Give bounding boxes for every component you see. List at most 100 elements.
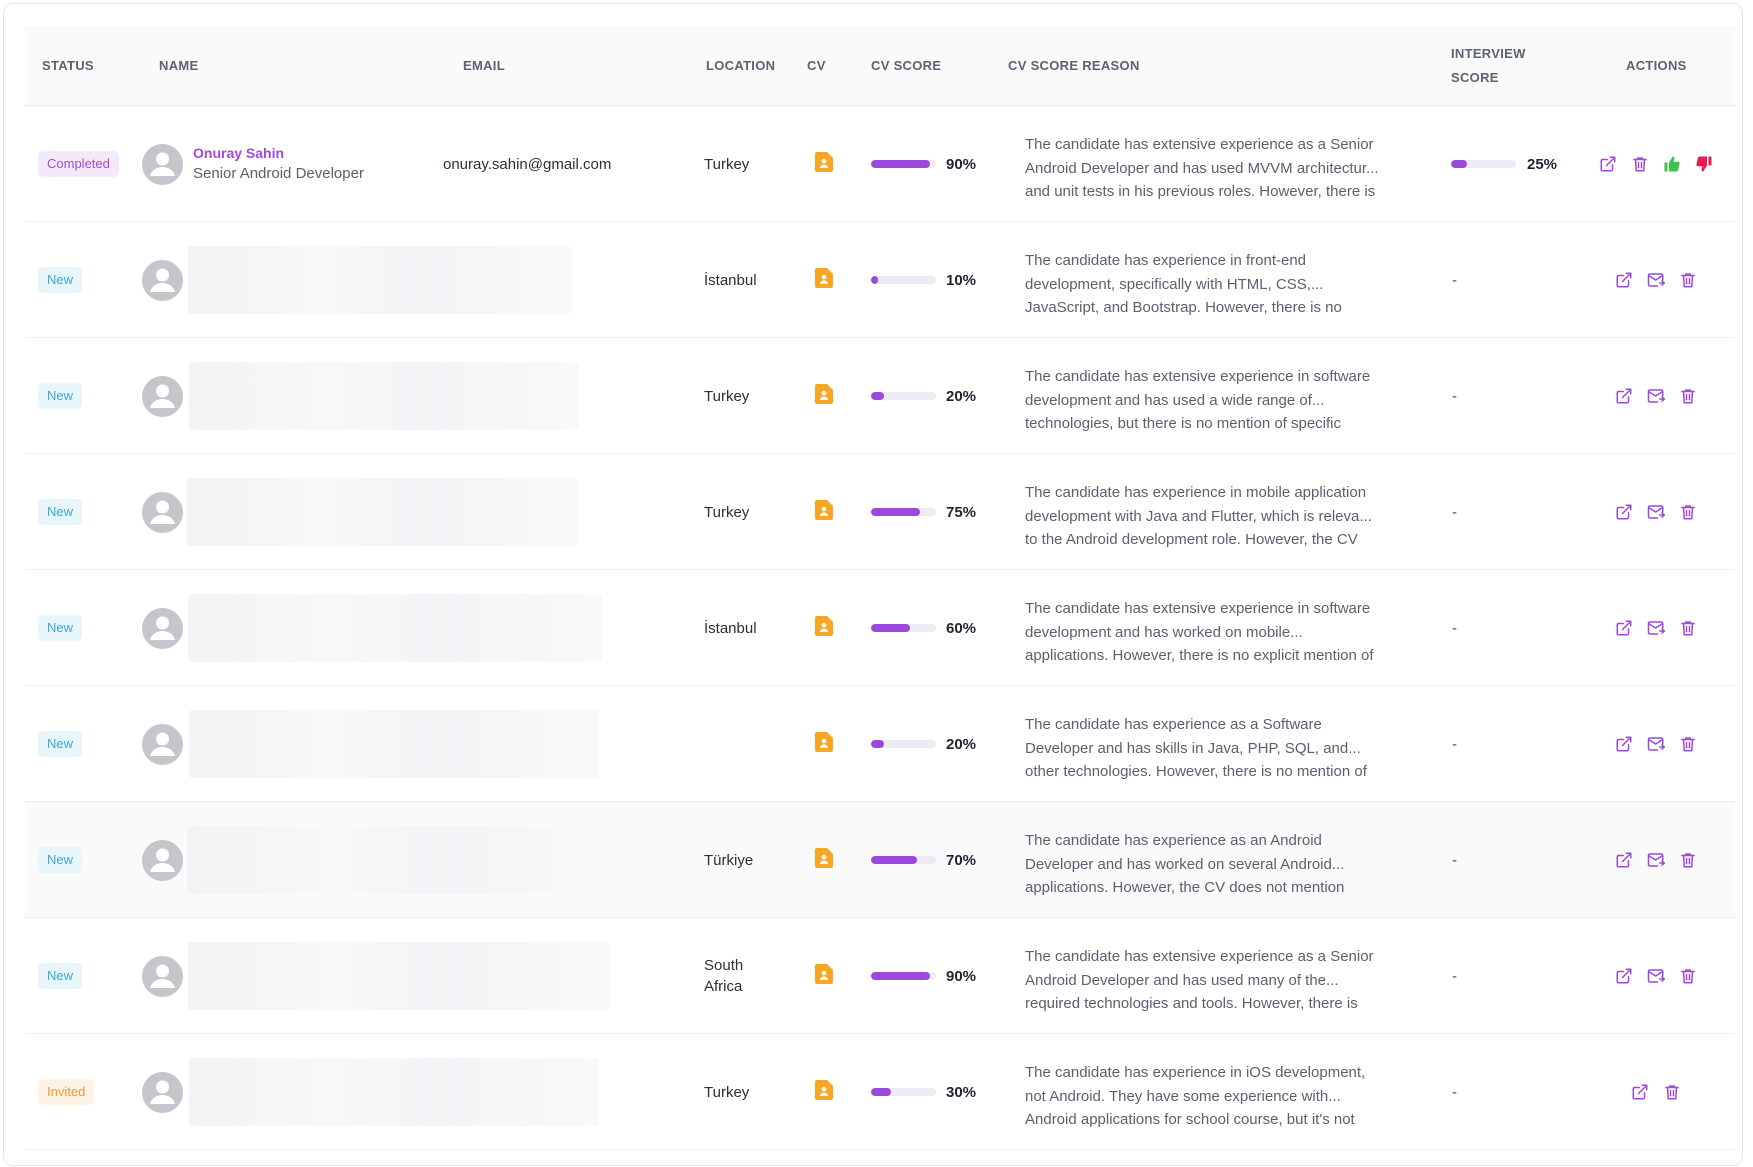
reason-line: The candidate has experience as an Andro… — [1025, 832, 1322, 849]
cv-cell[interactable] — [815, 686, 833, 802]
open-external-icon[interactable] — [1615, 735, 1633, 753]
header-cv-score-reason[interactable]: CV SCORE REASON — [1008, 26, 1140, 106]
status-cell: New — [38, 338, 83, 454]
cv-cell[interactable] — [815, 338, 833, 454]
reason-line: development and has used a wide range of… — [1025, 391, 1325, 409]
actions-cell — [1615, 570, 1697, 686]
open-external-icon[interactable] — [1615, 387, 1633, 405]
header-email[interactable]: EMAIL — [463, 26, 505, 106]
cv-score-bar-fill — [871, 160, 930, 168]
table-row[interactable]: New 20% The candidate has experience as … — [25, 686, 1735, 802]
cv-cell[interactable] — [815, 222, 833, 338]
interview-score-value: - — [1452, 851, 1457, 869]
table-row[interactable]: New Turkey 75% The candidate has experie… — [25, 454, 1735, 570]
header-cv-score[interactable]: CV SCORE — [871, 26, 941, 106]
cv-file-icon[interactable] — [815, 499, 833, 525]
cv-file-icon[interactable] — [815, 731, 833, 757]
cv-score-value: 20% — [946, 387, 977, 405]
cv-file-icon[interactable] — [815, 615, 833, 641]
candidate-cell[interactable] — [142, 222, 183, 338]
cv-file-icon[interactable] — [815, 847, 833, 873]
table-row[interactable]: New İstanbul 10% The candidate has exper… — [25, 222, 1735, 338]
location-line1: Turkey — [704, 1083, 750, 1101]
cv-score-value: 90% — [946, 155, 977, 173]
open-external-icon[interactable] — [1615, 271, 1633, 289]
send-mail-icon[interactable] — [1647, 619, 1665, 637]
trash-icon[interactable] — [1679, 967, 1697, 985]
trash-icon[interactable] — [1679, 387, 1697, 405]
trash-icon[interactable] — [1679, 619, 1697, 637]
trash-icon[interactable] — [1679, 271, 1697, 289]
candidate-cell[interactable] — [142, 686, 183, 802]
cv-score-value: 70% — [946, 851, 977, 869]
cv-score-reason-cell: The candidate has experience as a Softwa… — [1025, 686, 1405, 802]
cv-score-bar-fill — [871, 392, 884, 400]
send-mail-icon[interactable] — [1647, 387, 1665, 405]
status-badge: New — [38, 847, 83, 873]
cv-cell[interactable] — [815, 1034, 833, 1150]
cv-score-reason: The candidate has experience in front-en… — [1025, 249, 1405, 319]
candidate-cell[interactable] — [142, 570, 183, 686]
open-external-icon[interactable] — [1615, 619, 1633, 637]
location-cell: İstanbul — [704, 570, 757, 686]
candidate-cell[interactable] — [142, 918, 183, 1034]
candidate-cell[interactable] — [142, 454, 183, 570]
cv-cell[interactable] — [815, 570, 833, 686]
trash-icon[interactable] — [1663, 1083, 1681, 1101]
header-status[interactable]: STATUS — [42, 26, 94, 106]
interview-score-cell: - — [1452, 570, 1457, 686]
cv-cell[interactable] — [815, 454, 833, 570]
trash-icon[interactable] — [1679, 503, 1697, 521]
cv-score-value: 30% — [946, 1083, 977, 1101]
thumbs-up-icon[interactable] — [1663, 155, 1681, 173]
table-row[interactable]: Completed Onuray Sahin Senior Android De… — [25, 106, 1735, 222]
cv-cell[interactable] — [815, 106, 833, 222]
candidate-cell[interactable]: Onuray Sahin Senior Android Developer — [142, 106, 364, 222]
open-external-icon[interactable] — [1631, 1083, 1649, 1101]
open-external-icon[interactable] — [1615, 967, 1633, 985]
reason-line: The candidate has extensive experience a… — [1025, 136, 1374, 153]
redacted-candidate-details — [189, 362, 579, 430]
cv-file-icon[interactable] — [815, 1079, 833, 1105]
table-row[interactable]: New South Africa 90% The candidate has e… — [25, 918, 1735, 1034]
reason-line: Developer and has skills in Java, PHP, S… — [1025, 739, 1361, 757]
table-row[interactable]: New İstanbul 60% The candidate has exten… — [25, 570, 1735, 686]
cv-cell[interactable] — [815, 802, 833, 918]
header-location[interactable]: LOCATION — [706, 26, 775, 106]
candidate-cell[interactable] — [142, 1034, 183, 1150]
avatar — [142, 375, 183, 417]
trash-icon[interactable] — [1679, 851, 1697, 869]
candidate-name[interactable]: Onuray Sahin — [193, 143, 364, 163]
reason-line: applications. However, there is no expli… — [1025, 647, 1374, 664]
cv-file-icon[interactable] — [815, 267, 833, 293]
header-cv[interactable]: CV — [807, 26, 826, 106]
cv-file-icon[interactable] — [815, 383, 833, 409]
cv-file-icon[interactable] — [815, 963, 833, 989]
trash-icon[interactable] — [1631, 155, 1649, 173]
cv-file-icon[interactable] — [815, 151, 833, 177]
interview-score-cell: - — [1452, 686, 1457, 802]
open-external-icon[interactable] — [1615, 503, 1633, 521]
open-external-icon[interactable] — [1599, 155, 1617, 173]
actions-cell — [1615, 454, 1697, 570]
table-row[interactable]: Invited Turkey 30% The candidate has exp… — [25, 1034, 1735, 1150]
location-line1: İstanbul — [704, 619, 757, 637]
header-interview-score[interactable]: INTERVIEW SCORE — [1451, 26, 1526, 106]
header-name[interactable]: NAME — [159, 26, 198, 106]
cv-score-cell: 75% — [871, 454, 976, 570]
table-row[interactable]: New Turkey 20% The candidate has extensi… — [25, 338, 1735, 454]
send-mail-icon[interactable] — [1647, 735, 1665, 753]
header-actions: ACTIONS — [1626, 58, 1687, 73]
cv-cell[interactable] — [815, 918, 833, 1034]
candidate-cell[interactable] — [142, 802, 183, 918]
candidate-cell[interactable] — [142, 338, 183, 454]
send-mail-icon[interactable] — [1647, 967, 1665, 985]
thumbs-down-icon[interactable] — [1695, 155, 1713, 173]
trash-icon[interactable] — [1679, 735, 1697, 753]
status-cell: New — [38, 802, 83, 918]
send-mail-icon[interactable] — [1647, 271, 1665, 289]
open-external-icon[interactable] — [1615, 851, 1633, 869]
table-row[interactable]: New Türkiye 70% The candidate has experi… — [25, 802, 1735, 918]
send-mail-icon[interactable] — [1647, 503, 1665, 521]
send-mail-icon[interactable] — [1647, 851, 1665, 869]
